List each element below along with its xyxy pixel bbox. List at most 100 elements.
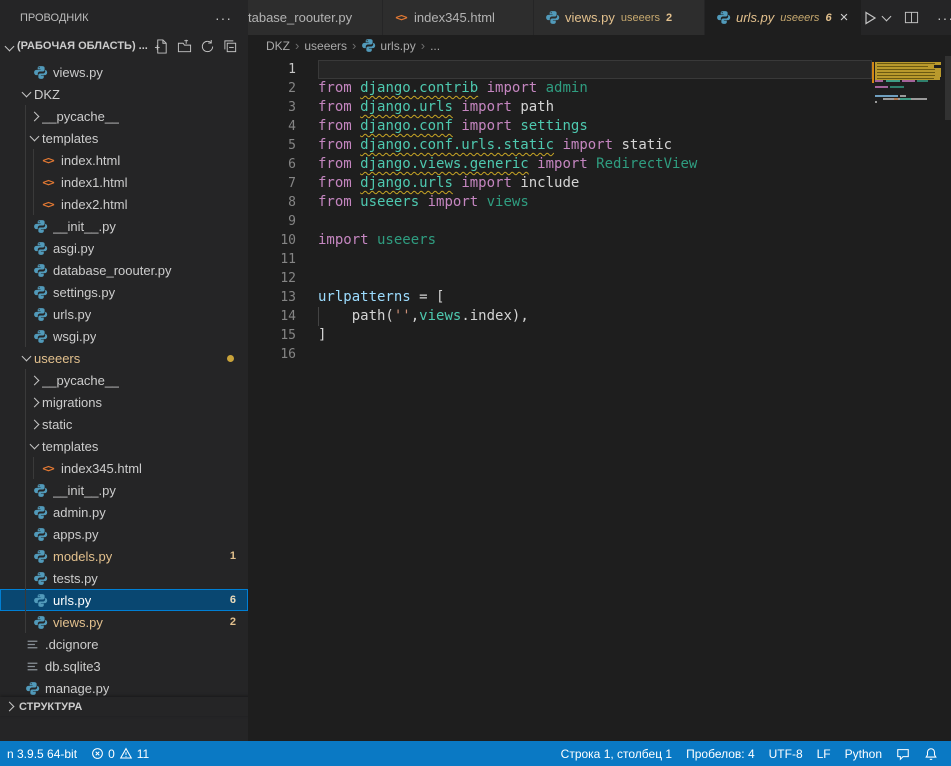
tree-item-label: static [42, 417, 72, 432]
tree-item-label: database_roouter.py [53, 263, 172, 278]
indent-guide [318, 307, 319, 326]
tree-item-index1.html[interactable]: <>index1.html [0, 171, 248, 193]
tree-item-__pycache__[interactable]: __pycache__ [0, 369, 248, 391]
tab-label: tabase_roouter.py [248, 10, 352, 25]
problems-badge: 2 [230, 616, 236, 628]
code-line-8[interactable]: from useeers import views [318, 193, 871, 212]
tree-item-database_roouter.py[interactable]: database_roouter.py [0, 259, 248, 281]
python-icon [32, 614, 48, 630]
tree-item-label: useeers [34, 351, 80, 366]
tree-item-urls.py[interactable]: urls.py6 [0, 589, 248, 611]
tree-item-__init__.py[interactable]: __init__.py [0, 479, 248, 501]
tree-item-asgi.py[interactable]: asgi.py [0, 237, 248, 259]
code-line-15[interactable]: ] [318, 326, 871, 345]
workspace-section-header[interactable]: (РАБОЧАЯ ОБЛАСТЬ) ... [0, 35, 248, 57]
tab-views.py[interactable]: views.pyuseeers2 [534, 0, 704, 35]
run-dropdown-icon[interactable] [882, 11, 892, 21]
editor-more-actions-icon[interactable]: ··· [933, 10, 951, 26]
close-icon[interactable]: × [840, 10, 849, 25]
code-line-3[interactable]: from django.urls import path [318, 98, 871, 117]
explorer-title: ПРОВОДНИК [20, 12, 89, 24]
tab-tabase_roouter.py[interactable]: tabase_roouter.py [248, 0, 382, 35]
explorer-more-actions-icon[interactable]: ··· [211, 10, 236, 26]
tab-description: useeers [621, 12, 660, 24]
tree-item-views.py[interactable]: views.py2 [0, 611, 248, 633]
code-line-13[interactable]: urlpatterns = [ [318, 288, 871, 307]
code-line-4[interactable]: from django.conf import settings [318, 117, 871, 136]
tree-item-manage.py[interactable]: manage.py [0, 677, 248, 697]
minimap[interactable] [872, 56, 944, 176]
new-folder-icon[interactable] [177, 39, 192, 54]
tree-item-models.py[interactable]: models.py1 [0, 545, 248, 567]
tree-item-useeers[interactable]: useeers [0, 347, 248, 369]
tree-item-settings.py[interactable]: settings.py [0, 281, 248, 303]
editor-scrollbar[interactable] [945, 56, 951, 120]
code-line-7[interactable]: from django.urls import include [318, 174, 871, 193]
breadcrumb-item-DKZ[interactable]: DKZ [266, 39, 290, 53]
notifications-bell-icon[interactable] [917, 741, 945, 766]
tree-item-admin.py[interactable]: admin.py [0, 501, 248, 523]
chevron-right-icon [29, 397, 39, 407]
tree-item-wsgi.py[interactable]: wsgi.py [0, 325, 248, 347]
code-line-10[interactable]: import useeers [318, 231, 871, 250]
tree-item-templates[interactable]: templates [0, 127, 248, 149]
tree-item-static[interactable]: static [0, 413, 248, 435]
tree-item-index.html[interactable]: <>index.html [0, 149, 248, 171]
code-line-16[interactable] [318, 345, 871, 364]
tab-urls.py[interactable]: urls.pyuseeers6× [705, 0, 861, 35]
workspace-label: (РАБОЧАЯ ОБЛАСТЬ) ... [17, 40, 148, 52]
tree-item-views.py[interactable]: views.py [0, 61, 248, 83]
html-icon: <> [40, 460, 56, 476]
breadcrumb-item-...[interactable]: ... [430, 39, 440, 53]
chevron-down-icon [5, 41, 15, 51]
code-line-1[interactable] [318, 60, 871, 79]
tree-item-index345.html[interactable]: <>index345.html [0, 457, 248, 479]
tree-item-urls.py[interactable]: urls.py [0, 303, 248, 325]
tree-item-.dcignore[interactable]: .dcignore [0, 633, 248, 655]
code-line-2[interactable]: from django.contrib import admin [318, 79, 871, 98]
chevron-right-icon [29, 111, 39, 121]
tree-item-index2.html[interactable]: <>index2.html [0, 193, 248, 215]
tree-item-label: views.py [53, 65, 103, 80]
refresh-icon[interactable] [200, 39, 215, 54]
feedback-icon[interactable] [889, 741, 917, 766]
eol-status[interactable]: LF [810, 741, 838, 766]
code-line-5[interactable]: from django.conf.urls.static import stat… [318, 136, 871, 155]
code-line-14[interactable]: path('',views.index), [318, 307, 871, 326]
breadcrumb-item-urls.py[interactable]: urls.py [361, 38, 415, 53]
encoding-status[interactable]: UTF-8 [762, 741, 810, 766]
tree-item-templates[interactable]: templates [0, 435, 248, 457]
line-number: 14 [248, 307, 296, 326]
indent-guide [25, 105, 26, 347]
tab-index345.html[interactable]: <>index345.html [383, 0, 533, 35]
indentation-status[interactable]: Пробелов: 4 [679, 741, 762, 766]
tree-item-__init__.py[interactable]: __init__.py [0, 215, 248, 237]
code-editor[interactable]: 12345678910111213141516 from django.cont… [248, 56, 951, 741]
code-line-12[interactable] [318, 269, 871, 288]
breadcrumb-item-useeers[interactable]: useeers [304, 39, 347, 53]
python-version-status[interactable]: n 3.9.5 64-bit [0, 741, 84, 766]
editor-group: tabase_roouter.py <>index345.htmlviews.py… [248, 0, 951, 741]
run-python-button[interactable] [862, 10, 890, 26]
split-editor-button[interactable] [904, 10, 919, 25]
language-mode-status[interactable]: Python [838, 741, 889, 766]
code-line-11[interactable] [318, 250, 871, 269]
outline-section-header[interactable]: СТРУКТУРА [0, 697, 252, 716]
code-line-6[interactable]: from django.views.generic import Redirec… [318, 155, 871, 174]
code-line-9[interactable] [318, 212, 871, 231]
new-file-icon[interactable] [154, 39, 169, 54]
tab-description: useeers [780, 12, 819, 24]
line-number: 12 [248, 269, 296, 288]
cursor-position-status[interactable]: Строка 1, столбец 1 [554, 741, 679, 766]
tree-item-db.sqlite3[interactable]: db.sqlite3 [0, 655, 248, 677]
tree-item-label: tests.py [53, 571, 98, 586]
tree-item-DKZ[interactable]: DKZ [0, 83, 248, 105]
tree-item-label: DKZ [34, 87, 60, 102]
problems-status[interactable]: 0 11 [84, 741, 156, 766]
tree-item-__pycache__[interactable]: __pycache__ [0, 105, 248, 127]
collapse-all-icon[interactable] [223, 39, 238, 54]
tree-item-migrations[interactable]: migrations [0, 391, 248, 413]
tree-item-apps.py[interactable]: apps.py [0, 523, 248, 545]
outline-label: СТРУКТУРА [19, 701, 82, 713]
tree-item-tests.py[interactable]: tests.py [0, 567, 248, 589]
